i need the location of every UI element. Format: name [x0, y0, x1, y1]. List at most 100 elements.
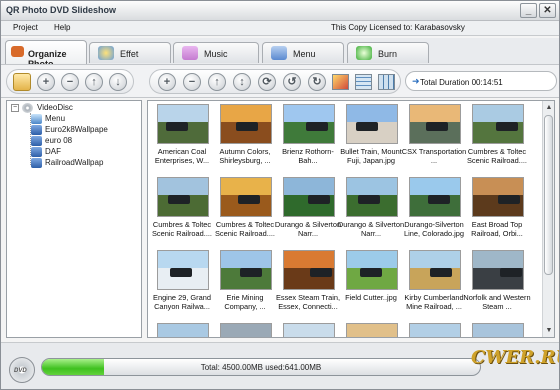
tree-item-label: RailroadWallpap [45, 158, 104, 167]
toolbar: + − ↑ ↓ + − ↑ ↕ ⟳ ↺ ↻ ➜ Total Duration 0… [1, 64, 559, 98]
photo-thumbnail[interactable] [409, 104, 461, 144]
photo-thumbnail[interactable] [472, 104, 524, 144]
menu-icon [271, 46, 287, 60]
move-up-icon[interactable]: ↑ [85, 73, 103, 91]
tab-organize-photo[interactable]: Organize Photo [5, 40, 87, 69]
disc-usage-text: Total: 4500.00MB used:641.00MB [200, 363, 322, 372]
photo-thumbnail[interactable] [346, 323, 398, 337]
tab-label: Menu [293, 49, 316, 59]
photo-item[interactable]: Autumn Colors, Shirleysburg, ... [213, 104, 275, 174]
photo-thumbnail[interactable] [283, 323, 335, 337]
photo-thumbnail[interactable] [283, 177, 335, 217]
photo-item[interactable]: Essex Steam Train, Essex, Connecti... [276, 250, 340, 320]
menu-help[interactable]: Help [54, 23, 70, 32]
photo-thumbnail[interactable] [220, 177, 272, 217]
photo-thumbnail[interactable] [220, 323, 272, 337]
train-shape [238, 195, 260, 204]
collapse-icon[interactable]: − [11, 104, 19, 112]
photo-caption: East Broad Top Railroad, Orbi... [471, 220, 523, 238]
photo-item[interactable]: Field Cutter..jpg [339, 250, 401, 320]
photo-thumbnail[interactable] [157, 104, 209, 144]
photo-thumbnail[interactable] [157, 250, 209, 290]
menu-folder-icon [31, 114, 42, 124]
photo-caption: Essex Steam Train, Essex, Connecti... [275, 293, 341, 311]
add-photo-icon[interactable]: + [158, 73, 176, 91]
photo-thumbnail[interactable] [409, 250, 461, 290]
remove-folder-icon[interactable]: − [61, 73, 79, 91]
photo-item[interactable]: Norfolk and Western Steam ... [463, 250, 531, 320]
photo-item[interactable]: CSX Transportation ... [402, 104, 466, 174]
photo-item[interactable] [276, 323, 338, 337]
tree-item-label: Menu [45, 114, 66, 123]
photo-item[interactable] [465, 323, 527, 337]
photo-item[interactable]: American Coal Enterprises, W... [150, 104, 212, 174]
rotate-icon[interactable]: ⟳ [258, 73, 276, 91]
photo-item[interactable]: Erie Mining Company, ... [213, 250, 275, 320]
thumbnail-view-icon[interactable] [378, 74, 395, 90]
menu-project[interactable]: Project [13, 23, 38, 32]
move-down-icon[interactable]: ↓ [109, 73, 127, 91]
photo-caption: Kirby Cumberland Mine Railroad, ... [404, 293, 464, 311]
photo-caption: Durango-Silverton Line, Colorado.jpg [404, 220, 464, 238]
photo-updown-icon[interactable]: ↕ [233, 73, 251, 91]
tab-menu[interactable]: Menu [262, 42, 344, 63]
rotate-left-icon[interactable]: ↺ [283, 73, 301, 91]
scroll-thumb[interactable] [544, 115, 553, 275]
close-button[interactable]: ✕ [539, 3, 556, 18]
add-folder-icon[interactable]: + [37, 73, 55, 91]
rotate-right-icon[interactable]: ↻ [308, 73, 326, 91]
photo-thumbnail[interactable] [283, 250, 335, 290]
photo-thumbnail[interactable] [409, 323, 461, 337]
scroll-up-icon[interactable]: ▲ [544, 102, 554, 113]
photo-item[interactable]: Durango & Silverton Narr... [275, 177, 341, 247]
train-shape [310, 268, 332, 277]
photo-thumbnail[interactable] [283, 104, 335, 144]
list-view-icon[interactable] [355, 74, 372, 90]
photo-up-icon[interactable]: ↑ [208, 73, 226, 91]
train-shape [166, 122, 188, 131]
photo-item[interactable] [150, 323, 212, 337]
photo-thumbnail[interactable] [346, 177, 398, 217]
photo-thumbnail[interactable] [472, 323, 524, 337]
photo-item[interactable]: Cumbres & Toltec Scenic Railroad.... [150, 177, 212, 247]
edit-photo-icon[interactable] [332, 74, 349, 90]
photo-thumbnail[interactable] [346, 250, 398, 290]
photo-thumbnail[interactable] [409, 177, 461, 217]
photo-item[interactable]: Kirby Cumberland Mine Railroad, ... [402, 250, 464, 320]
photo-thumbnail[interactable] [472, 250, 524, 290]
photo-item[interactable]: Bullet Train, Mount Fuji, Japan.jpg [339, 104, 402, 174]
photo-item[interactable] [402, 323, 464, 337]
photo-item[interactable]: Durango & Silverton Narr... [338, 177, 404, 247]
photo-item[interactable]: Cumbres & Toltec Scenic Railroad.... [213, 177, 275, 247]
scroll-down-icon[interactable]: ▼ [544, 325, 554, 336]
burn-icon [356, 46, 372, 60]
open-folder-icon[interactable] [13, 73, 31, 91]
photo-thumbnail[interactable] [157, 177, 209, 217]
photo-thumbnail[interactable] [157, 323, 209, 337]
photo-item[interactable]: Engine 29, Grand Canyon Railwa... [150, 250, 212, 320]
photo-thumbnail[interactable] [220, 104, 272, 144]
tab-label: Music [204, 49, 228, 59]
photo-item[interactable]: Durango-Silverton Line, Colorado.jpg [402, 177, 464, 247]
photo-item[interactable] [213, 323, 275, 337]
tree-item-label: Euro2k8Wallpape [45, 125, 108, 134]
photo-thumbnail[interactable] [472, 177, 524, 217]
tab-burn[interactable]: Burn [347, 42, 429, 63]
photo-thumbnail[interactable] [220, 250, 272, 290]
tree-item-label: DAF [45, 147, 61, 156]
album-icon [31, 158, 42, 168]
photo-item[interactable]: Cumbres & Toltec Scenic Railroad.... [465, 104, 527, 174]
minimize-button[interactable]: _ [520, 3, 537, 18]
train-shape [168, 195, 190, 204]
total-duration-text: Total Duration 00:14:51 [420, 78, 503, 87]
photo-thumbnail[interactable] [346, 104, 398, 144]
photo-item[interactable]: Brienz Rothorn-Bah... [276, 104, 338, 174]
train-shape [496, 122, 518, 131]
tab-effect[interactable]: Effet [89, 42, 171, 63]
remove-photo-icon[interactable]: − [183, 73, 201, 91]
train-shape [498, 195, 520, 204]
photo-grid-scrollbar[interactable]: ▲ ▼ [542, 101, 554, 337]
photo-item[interactable]: East Broad Top Railroad, Orbi... [465, 177, 527, 247]
photo-item[interactable] [339, 323, 401, 337]
tab-music[interactable]: Music [173, 42, 259, 63]
